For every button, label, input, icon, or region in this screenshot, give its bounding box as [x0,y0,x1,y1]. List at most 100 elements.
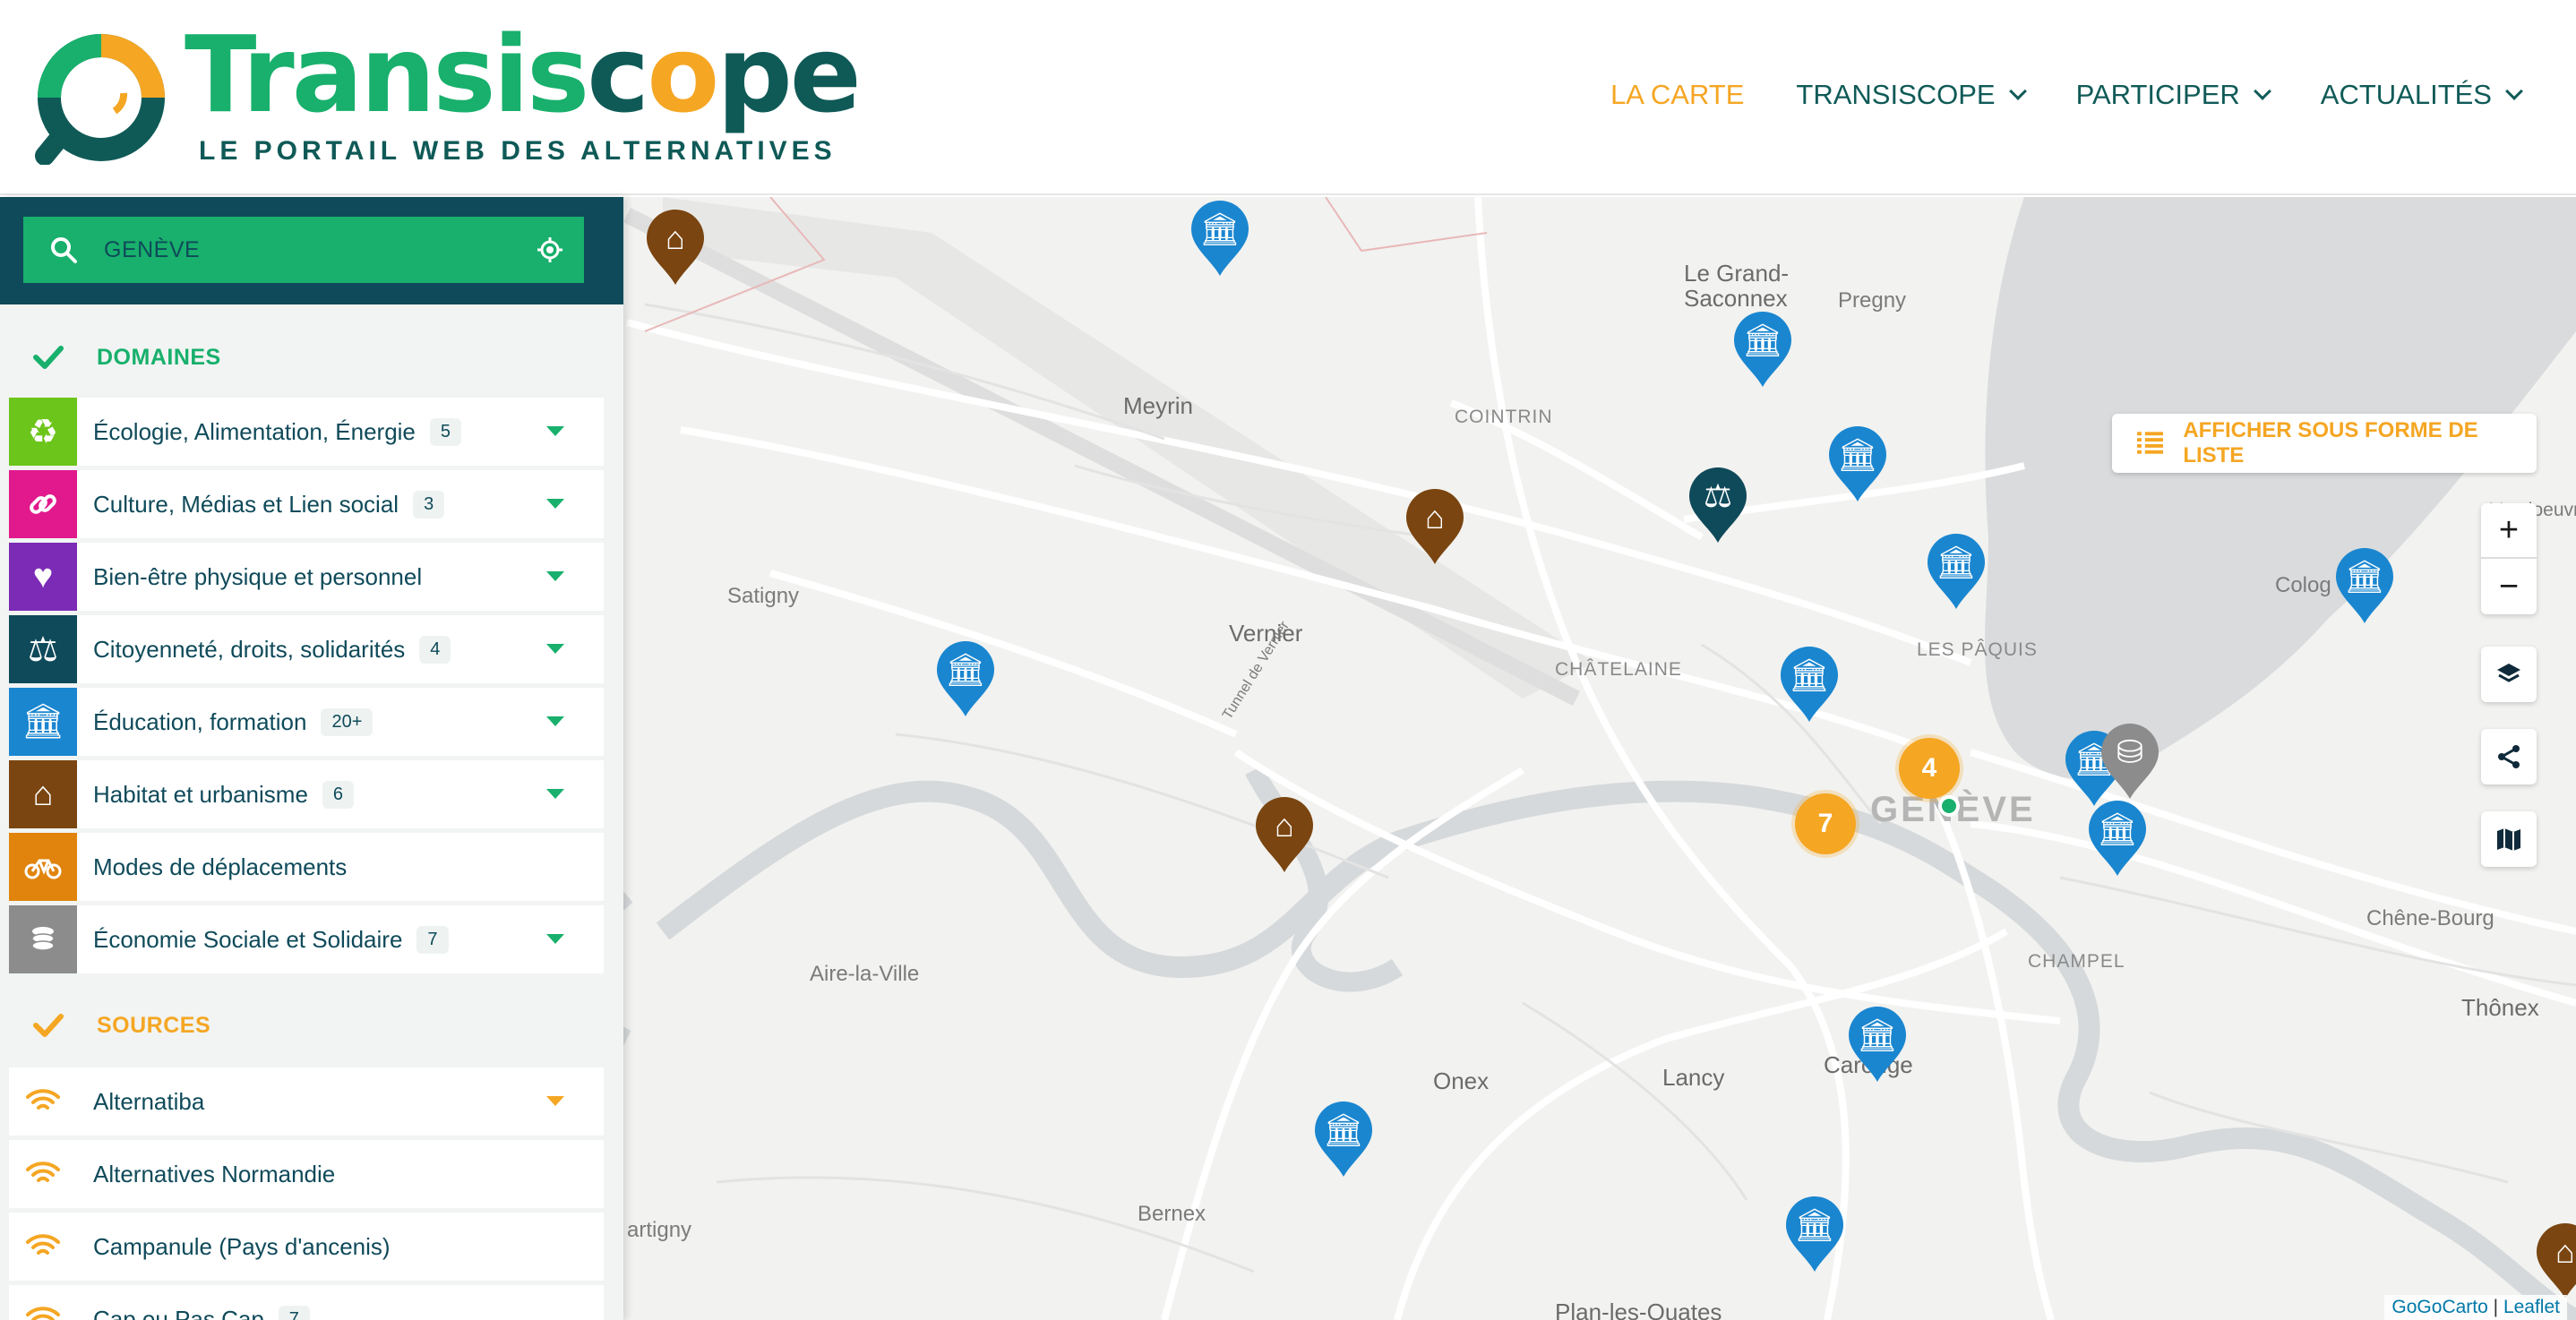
place-label: Satigny [727,584,800,608]
house-icon: ⌂ [665,219,685,256]
search-box [23,217,584,283]
domain-item-economie[interactable]: Économie Sociale et Solidaire 7 [9,905,604,973]
institution-icon: 🏛 [1857,1016,1898,1053]
expand-caret-icon[interactable] [546,644,564,654]
wifi-icon [9,1140,77,1208]
chevron-down-icon [2505,82,2523,100]
source-count: 7 [278,1305,310,1320]
map-marker-education[interactable]: 🏛 [1779,647,1840,724]
domain-label: Habitat et urbanisme [93,780,308,808]
map-marker-education[interactable]: 🏛 [1784,1196,1845,1273]
map-marker-habitat[interactable]: ⌂ [1404,489,1465,566]
map-marker-education[interactable]: 🏛 [1926,534,1987,611]
layers-button[interactable] [2481,647,2537,702]
institution-icon: 🏛 [2344,558,2385,595]
domain-count: 5 [429,417,462,446]
coins-icon [9,905,77,973]
share-button[interactable] [2481,729,2537,784]
expand-caret-icon[interactable] [546,1096,564,1106]
transiscope-logo[interactable]: Transiscope LE PORTAIL WEB DES ALTERNATI… [34,21,862,170]
wifi-icon [9,1213,77,1281]
place-label: Onex [1433,1067,1490,1094]
map-marker-education[interactable]: 🏛 [1732,312,1793,389]
map-marker-education[interactable]: 🏛 [1189,201,1250,278]
map-marker-economie[interactable]: ⛁ [2099,724,2160,801]
crosshair-icon[interactable] [516,236,584,264]
nav-participer[interactable]: PARTICIPER [2076,79,2271,111]
place-label: Chêne-Bourg [2366,906,2494,930]
source-item-campanule[interactable]: Campanule (Pays d'ancenis) [9,1213,604,1281]
sources-title: SOURCES [97,1012,211,1038]
institution-icon: 🏛 [1837,436,1878,473]
domain-label: Écologie, Alimentation, Énergie [93,417,416,445]
domain-count: 3 [413,490,445,519]
house-icon: ⌂ [2555,1233,2575,1270]
place-label: LES PÂQUIS [1917,639,2038,660]
domain-item-bien-etre[interactable]: ♥ Bien-être physique et personnel [9,543,604,611]
source-item-alternatives-normandie[interactable]: Alternatives Normandie [9,1140,604,1208]
house-icon: ⌂ [1425,499,1445,536]
map-marker-education[interactable]: 🏛 [2334,548,2395,625]
checkmark-icon[interactable] [0,1013,97,1038]
link-icon [9,470,77,538]
source-item-cap-ou-pas-cap[interactable]: Cap ou Pas Cap 7 [9,1285,604,1320]
map-icon [2497,828,2520,851]
share-icon [2498,745,2520,768]
place-label: Plan-les-Ouates [1555,1299,1722,1320]
domains-header[interactable]: DOMAINES [0,326,623,389]
sources-list: Alternatiba Alternatives Normandie Campa… [9,1067,604,1320]
map-cluster[interactable]: 4 [1899,738,1960,799]
domain-item-habitat[interactable]: ⌂ Habitat et urbanisme 6 [9,760,604,828]
wifi-icon [9,1067,77,1136]
place-label: Pregny [1838,288,1907,313]
institution-icon: 🏛 [1936,544,1977,580]
zoom-out-button[interactable]: − [2481,559,2537,614]
institution-icon: 🏛 [1789,656,1830,693]
list-view-toggle-button[interactable]: AFFICHER SOUS FORME DE LISTE [2112,414,2537,473]
domain-count: 7 [416,925,449,954]
source-label: Cap ou Pas Cap [93,1305,264,1320]
layers-icon [2497,664,2520,682]
search-icon[interactable] [23,236,104,264]
domain-item-education[interactable]: 🏛 Éducation, formation 20+ [9,688,604,756]
expand-caret-icon[interactable] [546,934,564,944]
map-marker-education[interactable]: 🏛 [2087,801,2148,878]
expand-caret-icon[interactable] [546,571,564,581]
domain-label: Éducation, formation [93,707,307,735]
domain-item-culture[interactable]: Culture, Médias et Lien social 3 [9,470,604,538]
map-marker-education[interactable]: 🏛 [1847,1007,1908,1084]
place-label: Lancy [1662,1064,1725,1091]
map-marker-education[interactable]: 🏛 [1313,1101,1374,1179]
domain-count: 6 [322,780,355,809]
map-marker-habitat[interactable]: ⌂ [645,210,706,287]
map-marker-citoyennete[interactable]: ⚖ [1687,467,1748,544]
nav-actualites[interactable]: ACTUALITÉS [2321,79,2523,111]
expand-caret-icon[interactable] [546,789,564,799]
nav-la-carte[interactable]: LA CARTE [1610,79,1744,111]
leaflet-link[interactable]: Leaflet [2503,1297,2560,1317]
map-marker-education[interactable]: 🏛 [935,641,996,718]
domain-item-ecologie[interactable]: ♻ Écologie, Alimentation, Énergie 5 [9,398,604,466]
chevron-down-icon [2253,82,2271,100]
sources-header[interactable]: SOURCES [0,994,623,1057]
map-marker-habitat[interactable]: ⌂ [2535,1223,2576,1300]
search-input[interactable] [104,236,516,263]
wifi-icon [9,1285,77,1320]
heart-icon: ♥ [9,543,77,611]
map-marker-education[interactable]: 🏛 [1827,426,1888,503]
source-item-alternatiba[interactable]: Alternatiba [9,1067,604,1136]
map-cluster[interactable]: 7 [1795,793,1856,854]
zoom-in-button[interactable]: + [2481,503,2537,559]
institution-icon: 🏛 [1199,210,1241,247]
expand-caret-icon[interactable] [546,716,564,726]
gogocarto-link[interactable]: GoGoCarto [2391,1297,2487,1317]
map-view-button[interactable] [2481,811,2537,867]
map-marker-habitat[interactable]: ⌂ [1254,797,1315,874]
checkmark-icon[interactable] [0,345,97,370]
domain-item-deplacements[interactable]: Modes de déplacements [9,833,604,901]
expand-caret-icon[interactable] [546,426,564,436]
source-label: Campanule (Pays d'ancenis) [93,1232,391,1260]
nav-transiscope[interactable]: TRANSISCOPE [1796,79,2027,111]
expand-caret-icon[interactable] [546,499,564,509]
domain-item-citoyennete[interactable]: ⚖ Citoyenneté, droits, solidarités 4 [9,615,604,683]
